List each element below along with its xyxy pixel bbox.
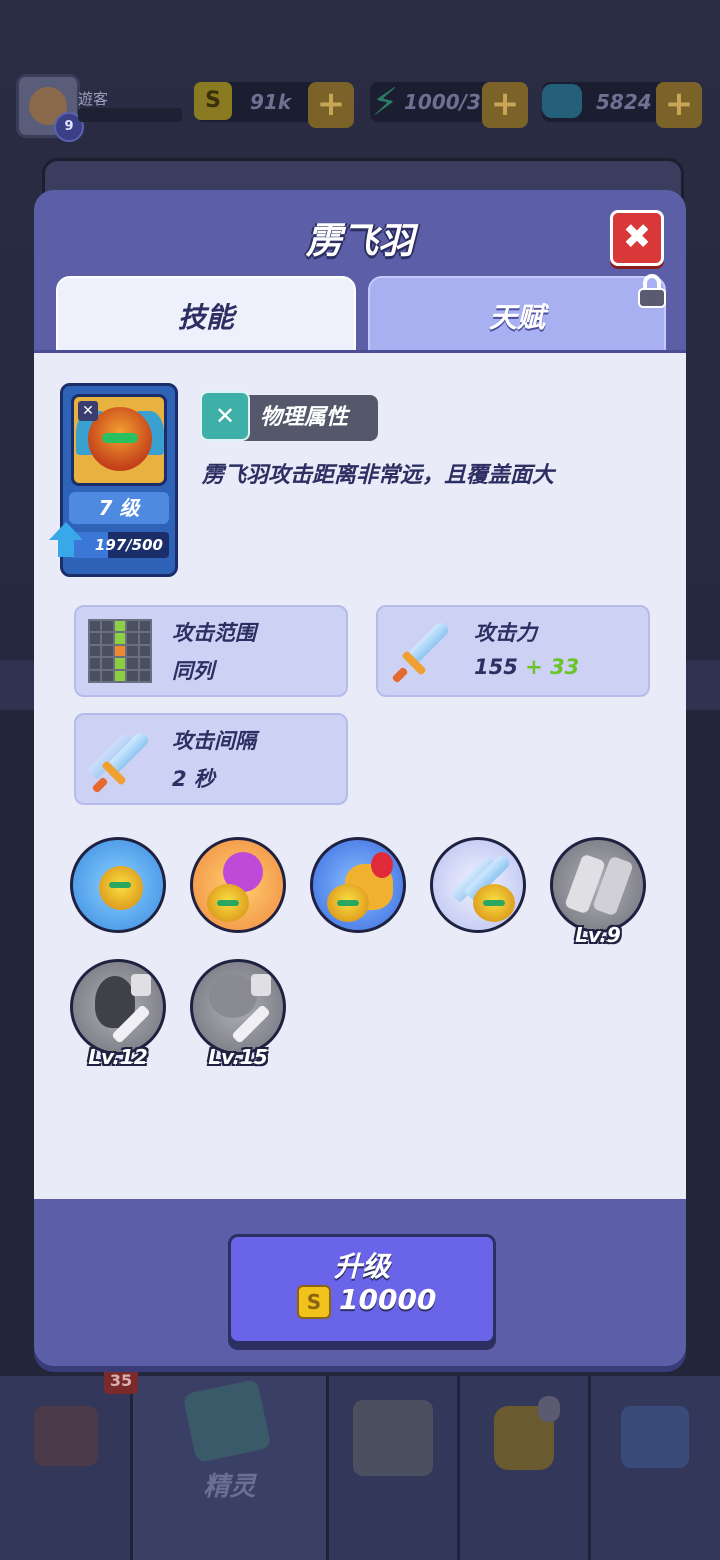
range-grid-cell <box>114 670 126 681</box>
sword-icon <box>388 617 456 685</box>
range-grid-cell <box>90 645 101 657</box>
range-grid-icon <box>86 617 154 685</box>
range-grid-cell <box>102 658 113 669</box>
attribute-label: 物理属性 <box>260 405 349 430</box>
range-grid-cell <box>139 633 150 644</box>
range-grid-cell <box>90 633 101 644</box>
energy-amount: 1000/3 <box>404 90 481 114</box>
skill-5-unlock-level: Lv.9 <box>575 923 621 947</box>
range-grid-cell <box>114 633 126 644</box>
shop-icon <box>34 1406 98 1466</box>
range-grid-cell <box>102 645 113 657</box>
level-up-arrow-icon <box>49 522 83 558</box>
range-grid-cell <box>139 645 150 657</box>
range-grid-cell <box>114 621 126 632</box>
skill-slot-1[interactable] <box>70 837 166 933</box>
lock-icon <box>538 1396 560 1422</box>
attribute-badge: ✕ 物理属性 <box>200 391 378 441</box>
range-grid-cell <box>90 670 101 681</box>
range-grid-cell <box>127 621 138 632</box>
player-name: 遊客 <box>78 90 109 108</box>
sprite-cards-icon <box>182 1378 272 1464</box>
notification-badge: 35 <box>104 1368 138 1394</box>
skill-slot-7[interactable] <box>190 959 286 1055</box>
range-grid-cell <box>127 658 138 669</box>
upgrade-button[interactable]: 升级 S 10000 <box>228 1234 496 1344</box>
hero-detail-dialog: 雳飞羽 ✖ 技能 天赋 ✕ 7 级 197/500 ✕ 物理属性 雳飞羽攻击距离… <box>34 190 686 1366</box>
stat-attack: 攻击力 155 + 33 <box>376 605 650 697</box>
star-banner-icon <box>621 1406 689 1468</box>
tab-talent[interactable]: 天赋 <box>368 276 666 356</box>
bottom-nav: 精灵 <box>0 1376 720 1560</box>
add-gems-button[interactable]: + <box>656 82 702 128</box>
double-sword-icon <box>86 725 154 794</box>
crossed-swords-icon <box>353 1400 433 1476</box>
top-bar: 9 遊客 S 91k + ⚡ 1000/3 + 5824 + <box>0 68 720 142</box>
stat-interval-value: 2 秒 <box>172 767 215 791</box>
skill-6-unlock-level: Lv.12 <box>88 1045 148 1069</box>
skill-slot-4[interactable] <box>430 837 526 933</box>
close-button[interactable]: ✖ <box>610 210 664 266</box>
coin-amount: 91k <box>250 90 292 114</box>
range-grid-cell <box>102 633 113 644</box>
gem-amount: 5824 <box>596 90 652 114</box>
tab-skills[interactable]: 技能 <box>56 276 356 356</box>
range-grid-cell <box>114 645 126 657</box>
coin-icon: S <box>297 1285 331 1319</box>
lock-icon <box>638 274 668 308</box>
upgrade-cost: 10000 <box>339 1283 437 1316</box>
nav-shop[interactable] <box>0 1376 133 1560</box>
skill-slot-6[interactable] <box>70 959 166 1055</box>
nav-guild[interactable] <box>460 1376 591 1560</box>
gem-icon <box>542 84 582 118</box>
energy-icon: ⚡ <box>371 80 399 124</box>
hero-xp-text: 197/500 <box>94 536 163 554</box>
nav-sprites[interactable]: 精灵 <box>133 1376 329 1560</box>
skill-slot-3[interactable] <box>310 837 406 933</box>
skill-slot-5[interactable] <box>550 837 646 933</box>
hero-portrait: ✕ <box>71 394 167 486</box>
range-grid-cell <box>127 670 138 681</box>
coin-icon: S <box>194 82 232 120</box>
range-grid-cell <box>127 633 138 644</box>
nav-sprites-label: 精灵 <box>203 1472 256 1502</box>
range-grid-cell <box>102 621 113 632</box>
upgrade-label: 升级 <box>333 1250 390 1283</box>
hero-xp-bar: 197/500 <box>69 532 169 558</box>
add-energy-button[interactable]: + <box>482 82 528 128</box>
skills-panel: ✕ 7 级 197/500 ✕ 物理属性 雳飞羽攻击距离非常远，且覆盖面大 攻击… <box>34 350 686 1199</box>
range-grid-cell <box>139 670 150 681</box>
crossed-swords-icon: ✕ <box>200 391 250 441</box>
stat-attack-value: 155 + 33 <box>474 655 579 679</box>
stat-attack-label: 攻击力 <box>474 621 537 645</box>
stat-interval: 攻击间隔 2 秒 <box>74 713 348 805</box>
range-grid-cell <box>90 621 101 632</box>
hero-description: 雳飞羽攻击距离非常远，且覆盖面大 <box>202 463 555 488</box>
stat-interval-label: 攻击间隔 <box>172 729 256 753</box>
hero-card[interactable]: ✕ 7 级 197/500 <box>49 383 178 577</box>
add-coins-button[interactable]: + <box>308 82 354 128</box>
range-grid-cell <box>90 658 101 669</box>
stat-range-label: 攻击范围 <box>172 621 256 645</box>
stat-range-value: 同列 <box>172 659 214 683</box>
range-grid-cell <box>139 621 150 632</box>
range-grid-cell <box>139 658 150 669</box>
range-grid-cell <box>102 670 113 681</box>
dialog-title: 雳飞羽 <box>305 221 414 262</box>
stat-range: 攻击范围 同列 <box>74 605 348 697</box>
stat-attack-bonus: + 33 <box>525 655 580 679</box>
range-grid-cell <box>127 645 138 657</box>
stat-attack-base: 155 <box>474 655 518 679</box>
physical-type-icon: ✕ <box>78 401 98 421</box>
player-name-bar <box>78 108 182 122</box>
skill-slot-2[interactable] <box>190 837 286 933</box>
nav-battle[interactable] <box>329 1376 460 1560</box>
skill-7-unlock-level: Lv.15 <box>208 1045 268 1069</box>
nav-rank[interactable] <box>591 1376 720 1560</box>
hero-level: 7 级 <box>69 492 169 524</box>
range-grid-cell <box>114 658 126 669</box>
